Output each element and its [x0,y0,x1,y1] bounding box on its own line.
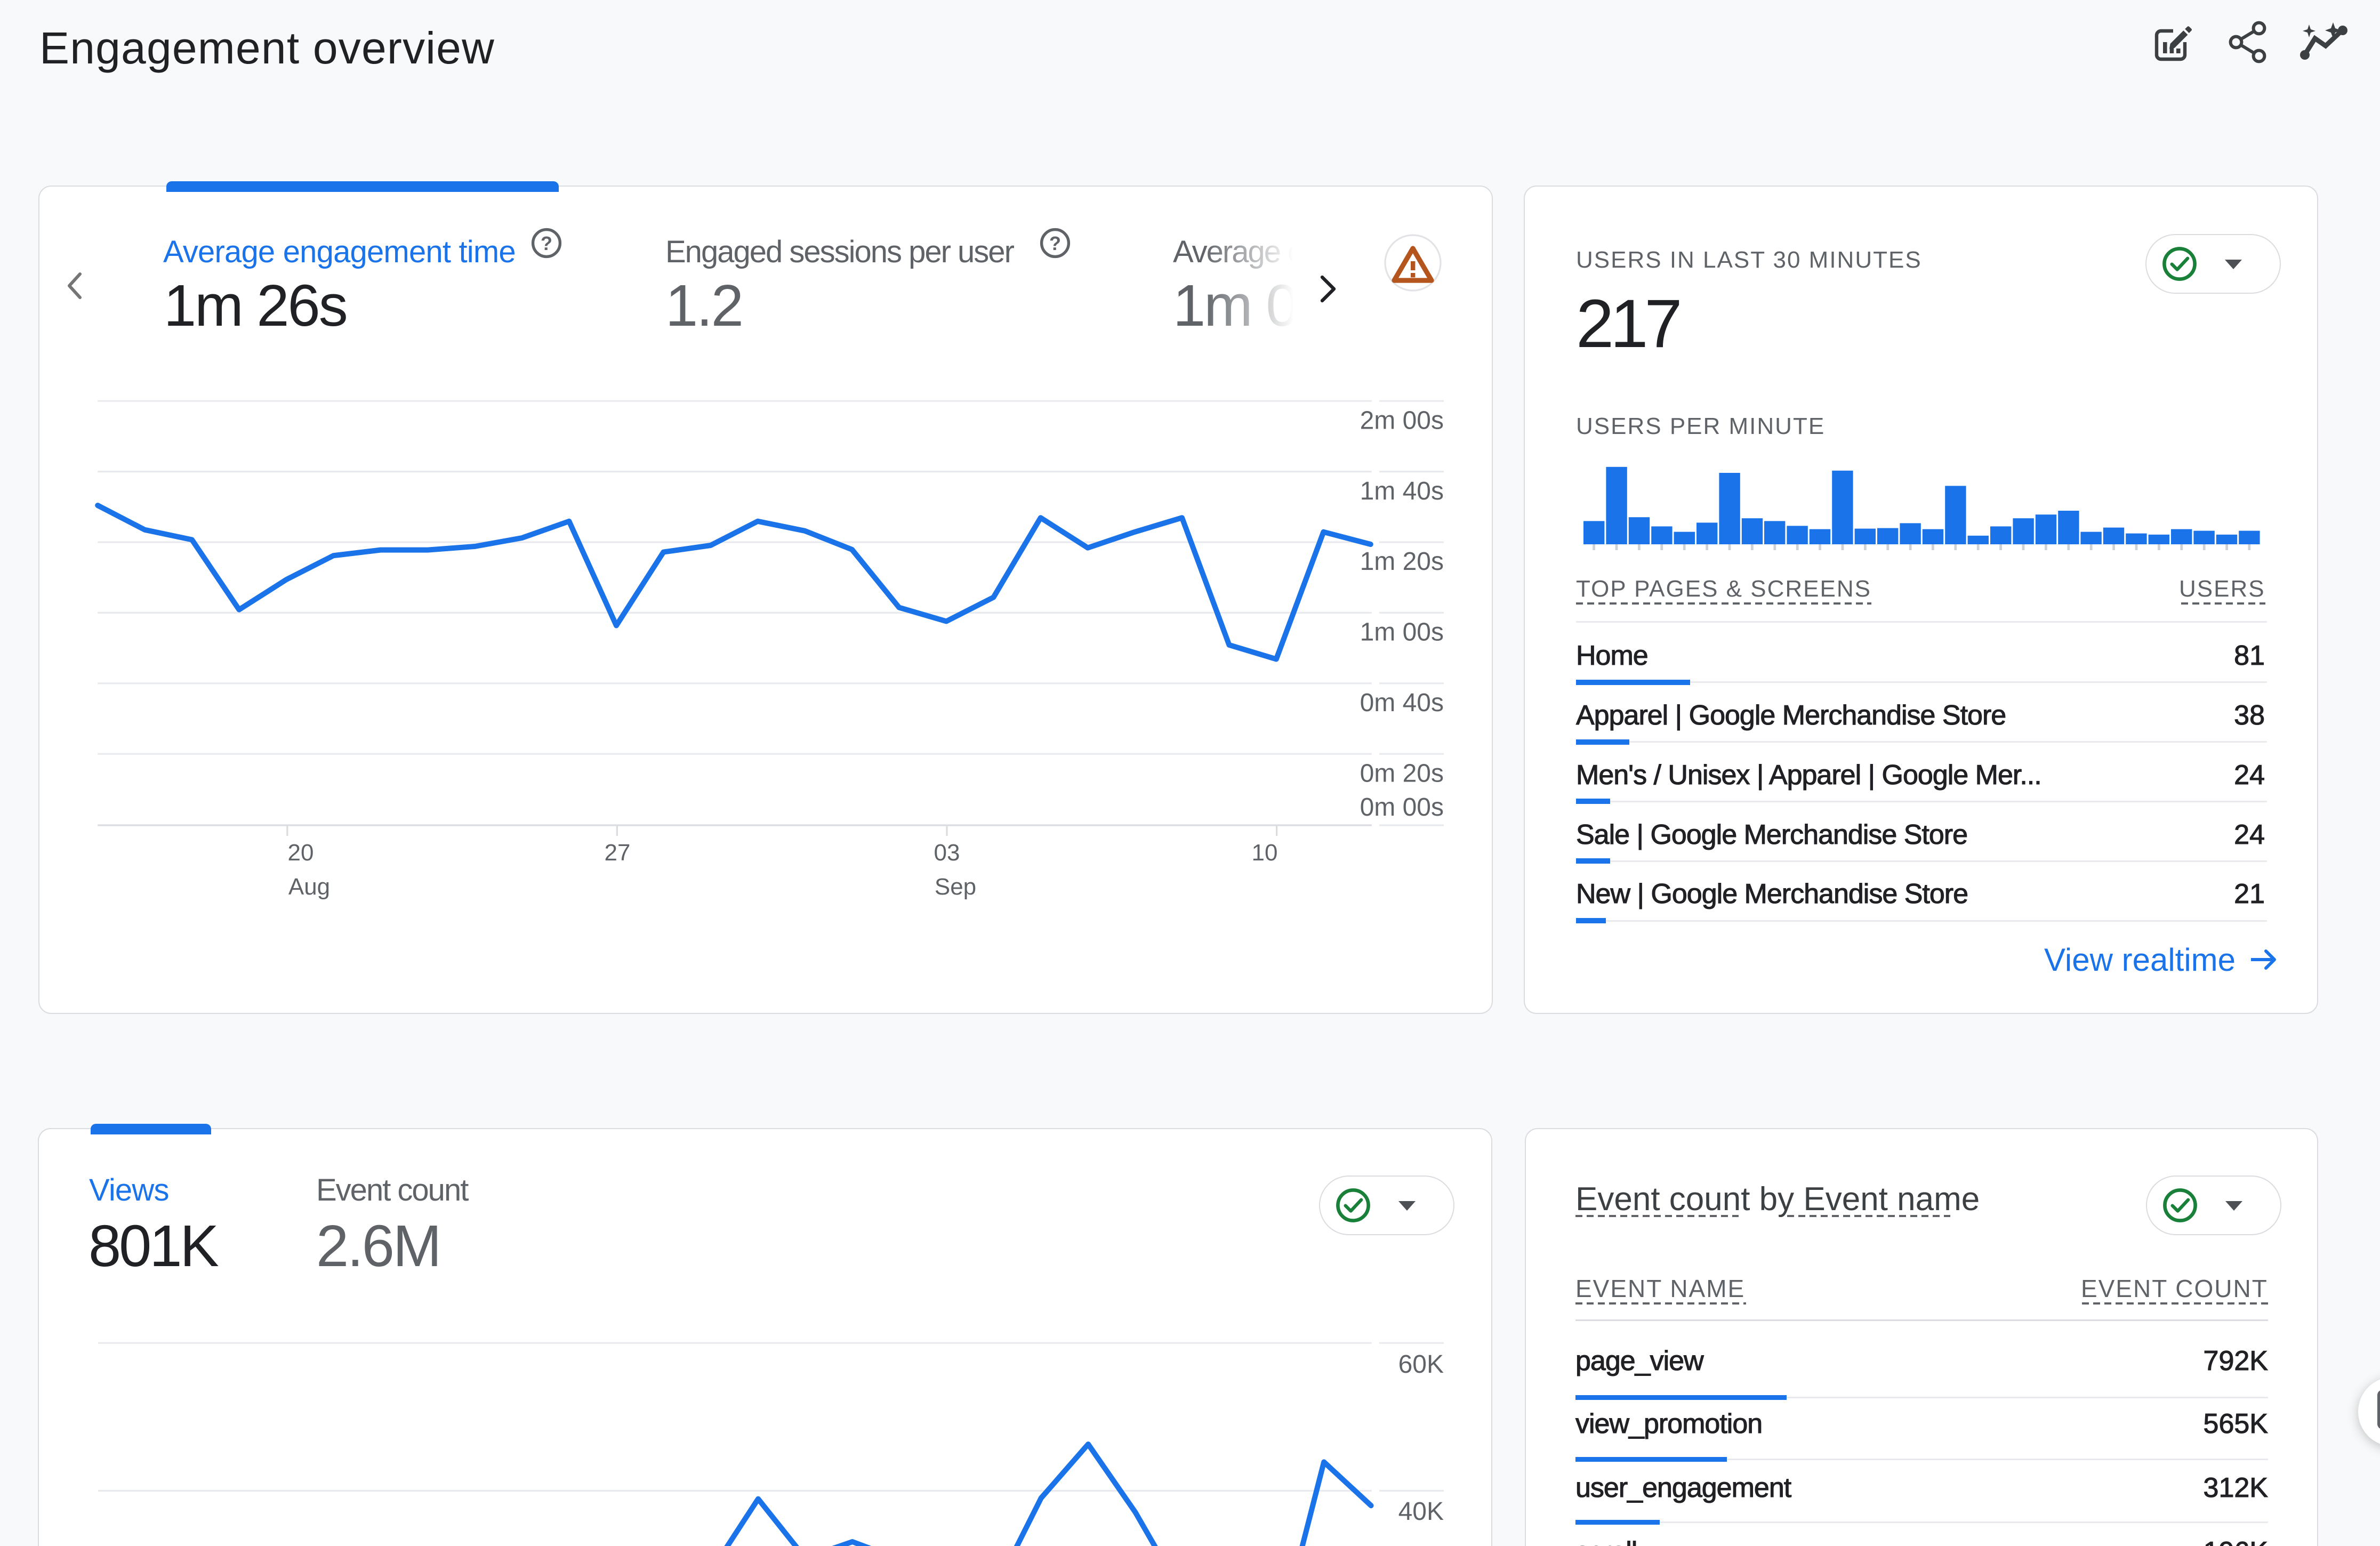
svg-text:?: ? [541,232,552,254]
svg-text:Sep: Sep [935,874,976,900]
svg-text:03: 03 [934,840,960,866]
svg-text:0m 20s: 0m 20s [1360,759,1444,787]
svg-text:27: 27 [605,840,631,866]
svg-text:2m 00s: 2m 00s [1360,406,1444,434]
svg-text:1m 20s: 1m 20s [1360,547,1444,576]
svg-text:Aug: Aug [288,874,330,900]
svg-text:40K: 40K [1398,1497,1444,1526]
svg-text:0m 40s: 0m 40s [1360,689,1444,717]
svg-text:1m 00s: 1m 00s [1360,618,1444,647]
svg-text:1m 40s: 1m 40s [1360,477,1444,505]
svg-text:20: 20 [288,840,314,866]
svg-text:0m 00s: 0m 00s [1360,793,1444,822]
svg-text:10: 10 [1252,840,1278,866]
svg-text:?: ? [1049,232,1061,254]
svg-text:60K: 60K [1398,1350,1444,1379]
